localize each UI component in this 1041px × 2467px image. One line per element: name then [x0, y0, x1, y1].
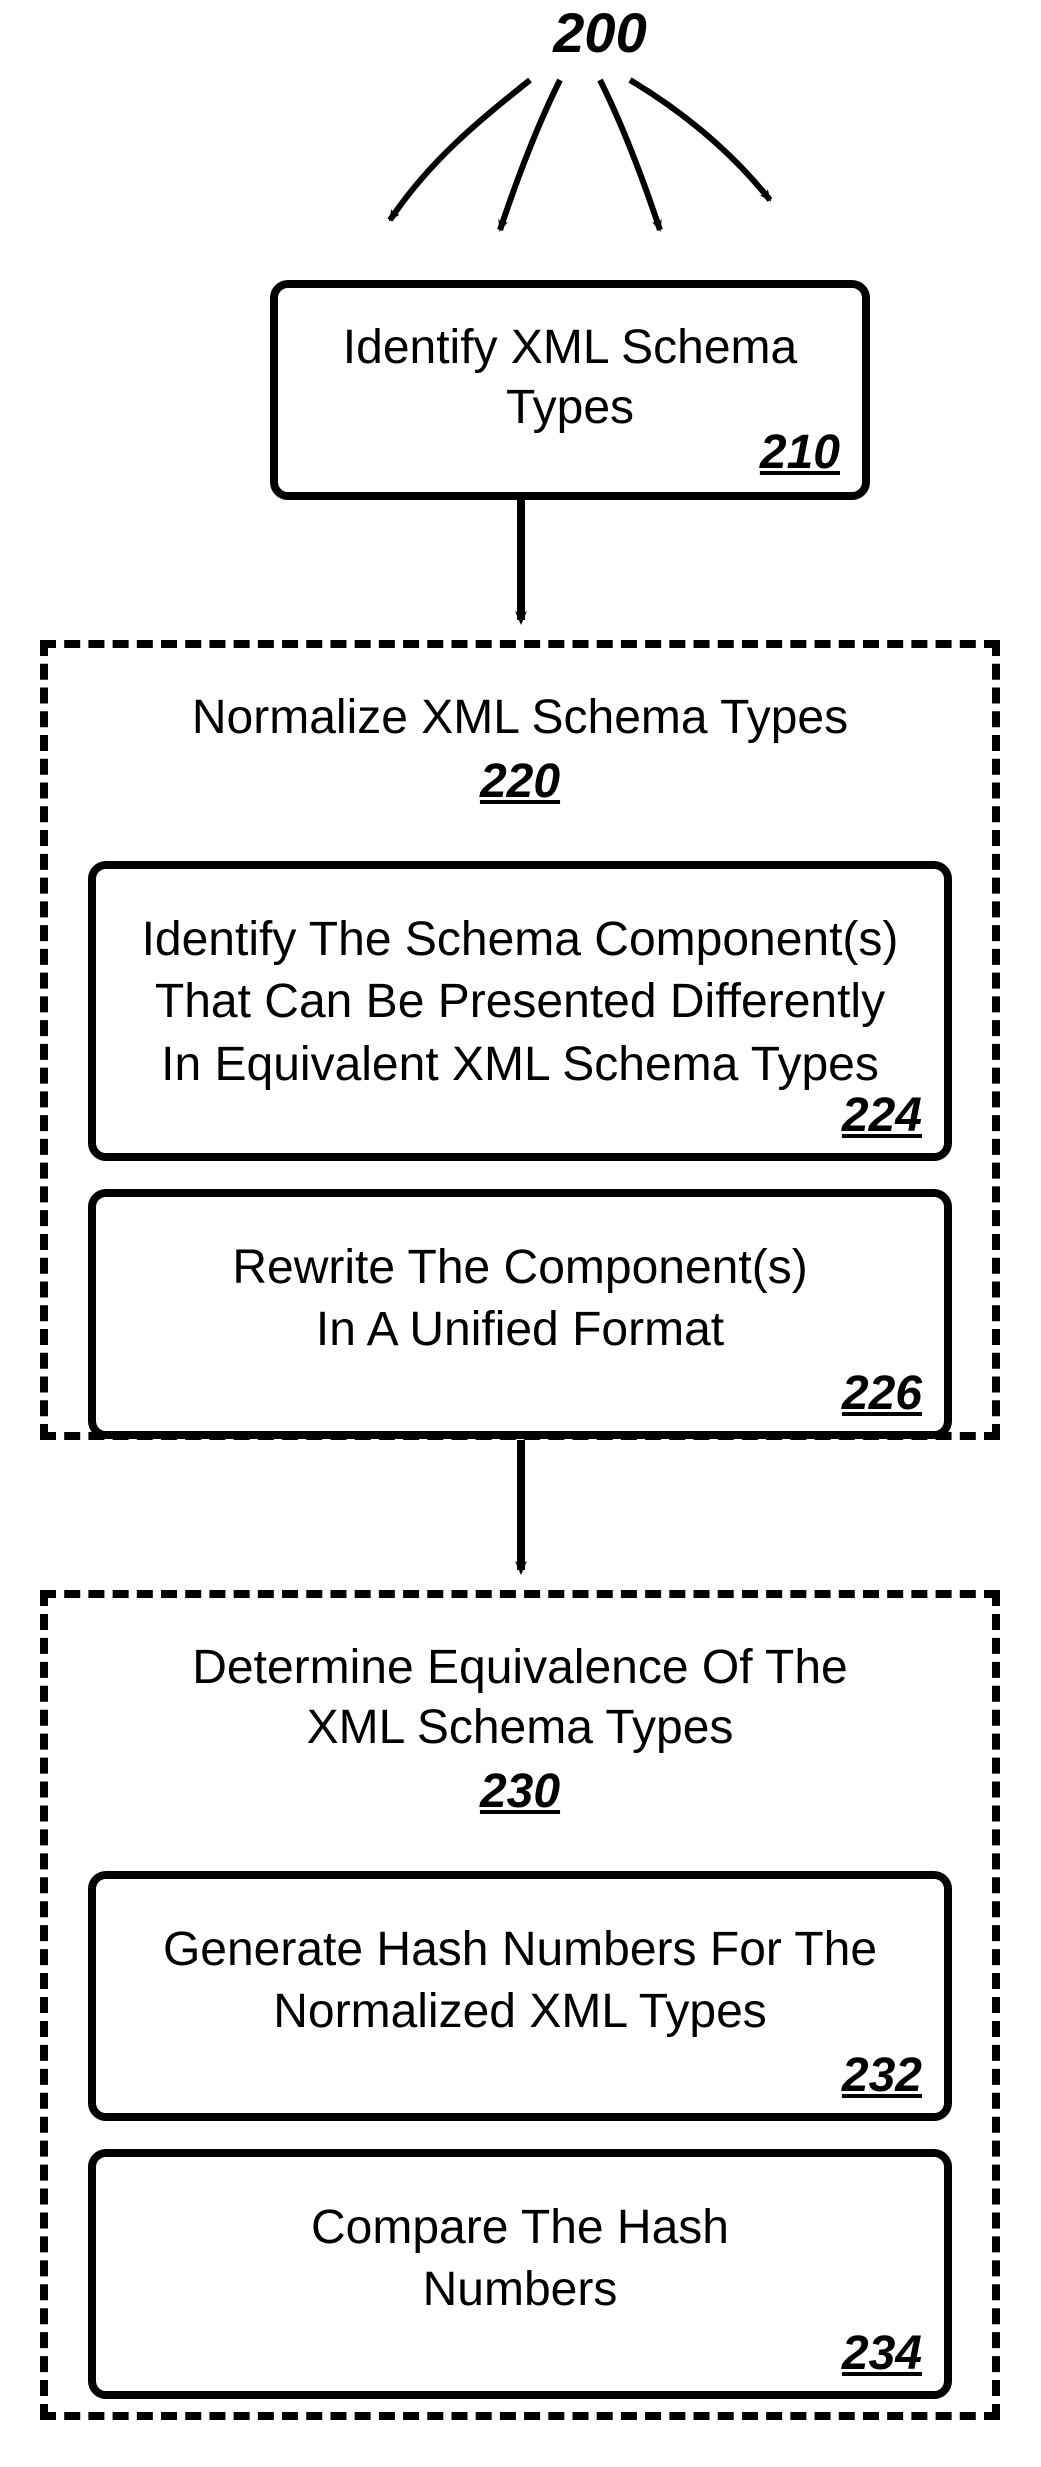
- step-identify-types: Identify XML SchemaTypes 210: [270, 280, 870, 500]
- substep-rewrite-text: Rewrite The Component(s)In A Unified For…: [126, 1237, 914, 1362]
- group-normalize-title: Normalize XML Schema Types: [88, 688, 952, 748]
- overall-ref-fanout: 200: [360, 0, 780, 260]
- group-normalize: Normalize XML Schema Types 220 Identify …: [40, 640, 1000, 1440]
- substep-rewrite: Rewrite The Component(s)In A Unified For…: [88, 1189, 952, 1439]
- step-identify-ref: 210: [760, 425, 840, 480]
- arrow-210-220-icon: [491, 500, 551, 640]
- group-normalize-ref: 220: [480, 754, 560, 809]
- substep-hash-ref: 232: [842, 2048, 922, 2103]
- substep-identify-text: Identify The Schema Component(s)That Can…: [126, 909, 914, 1096]
- substep-compare-text: Compare The HashNumbers: [126, 2197, 914, 2322]
- substep-hash: Generate Hash Numbers For TheNormalized …: [88, 1871, 952, 2121]
- flowchart-canvas: 200 Identify XML SchemaTypes 210 Normal: [0, 0, 1041, 2467]
- substep-hash-text: Generate Hash Numbers For TheNormalized …: [126, 1919, 914, 2044]
- substep-compare: Compare The HashNumbers 234: [88, 2149, 952, 2399]
- substep-compare-ref: 234: [842, 2326, 922, 2381]
- arrow-220-230-icon: [491, 1440, 551, 1590]
- substep-identify-ref: 224: [842, 1088, 922, 1143]
- group-determine: Determine Equivalence Of TheXML Schema T…: [40, 1590, 1000, 2420]
- group-determine-ref: 230: [480, 1764, 560, 1819]
- substep-rewrite-ref: 226: [842, 1366, 922, 1421]
- step-identify-title: Identify XML SchemaTypes: [308, 318, 832, 438]
- substep-identify-components: Identify The Schema Component(s)That Can…: [88, 861, 952, 1161]
- fanout-arrows-icon: [330, 0, 810, 260]
- group-determine-title: Determine Equivalence Of TheXML Schema T…: [88, 1638, 952, 1758]
